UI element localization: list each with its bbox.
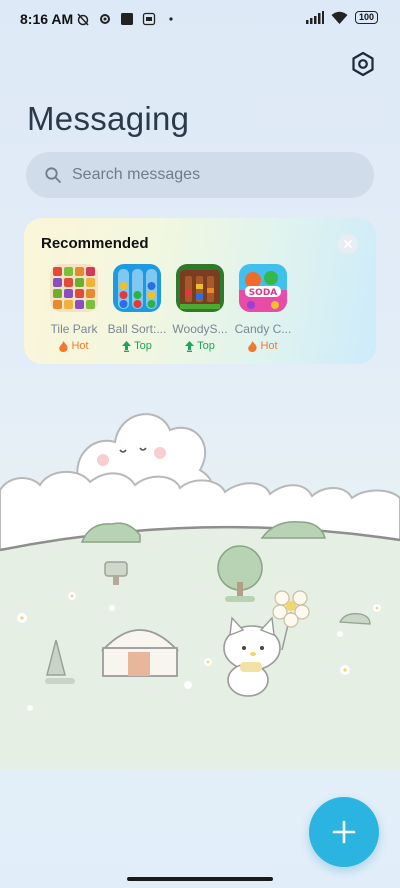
arrow-up-icon (185, 340, 195, 352)
app-name: WoodyS... (172, 322, 228, 336)
candy-soda-icon: SODA (239, 264, 287, 312)
search-icon (45, 167, 61, 183)
plus-icon (332, 820, 356, 844)
close-icon (344, 240, 352, 248)
signal-icon (305, 11, 324, 24)
arrow-up-icon (122, 340, 132, 352)
app-tile-park[interactable]: Tile Park Hot (42, 264, 106, 352)
tile-park-icon (50, 264, 98, 312)
candy-icon-text: SODA (249, 288, 278, 298)
flame-icon (59, 340, 68, 352)
badge-top: Top (105, 340, 169, 352)
app-name: Ball Sort:... (107, 322, 167, 336)
badge-top: Top (168, 340, 232, 352)
recommended-title: Recommended (41, 235, 149, 252)
flame-icon (248, 340, 257, 352)
badge-hot: Hot (42, 340, 106, 352)
app-square-icon (121, 13, 133, 25)
screen-icon (142, 12, 156, 26)
new-message-button[interactable] (309, 797, 379, 867)
home-indicator[interactable] (127, 877, 273, 881)
app-name: Candy C... (234, 322, 292, 336)
badge-hot: Hot (231, 340, 295, 352)
badge-label: Top (134, 340, 152, 352)
badge-label: Hot (260, 340, 278, 352)
gear-notification-icon (100, 14, 110, 24)
status-bar: 8:16 AM 100 (0, 0, 400, 40)
battery-indicator: 100 (354, 11, 378, 24)
badge-label: Top (197, 340, 215, 352)
notification-icons (76, 12, 178, 26)
badge-label: Hot (71, 340, 89, 352)
settings-icon[interactable] (350, 51, 376, 77)
wifi-icon (331, 11, 348, 24)
search-input[interactable]: Search messages (26, 152, 374, 198)
empty-state-illustration (0, 413, 400, 770)
woody-sort-icon (176, 264, 224, 312)
app-woody[interactable]: WoodyS... Top (168, 264, 232, 352)
dot-icon (169, 17, 173, 21)
app-name: Tile Park (50, 322, 98, 336)
status-time: 8:16 AM (20, 11, 74, 27)
mute-alarm-icon (77, 13, 89, 26)
page-title: Messaging (27, 100, 190, 137)
system-status: 100 (305, 11, 378, 24)
ball-sort-icon (113, 264, 161, 312)
app-ball-sort[interactable]: Ball Sort:... Top (105, 264, 169, 352)
search-placeholder: Search messages (72, 166, 201, 183)
close-recommended-button[interactable] (338, 234, 358, 254)
recommended-card: Recommended Tile Park Hot Ball Sort:... … (24, 218, 376, 364)
app-candy[interactable]: SODA Candy C... Hot (231, 264, 295, 352)
